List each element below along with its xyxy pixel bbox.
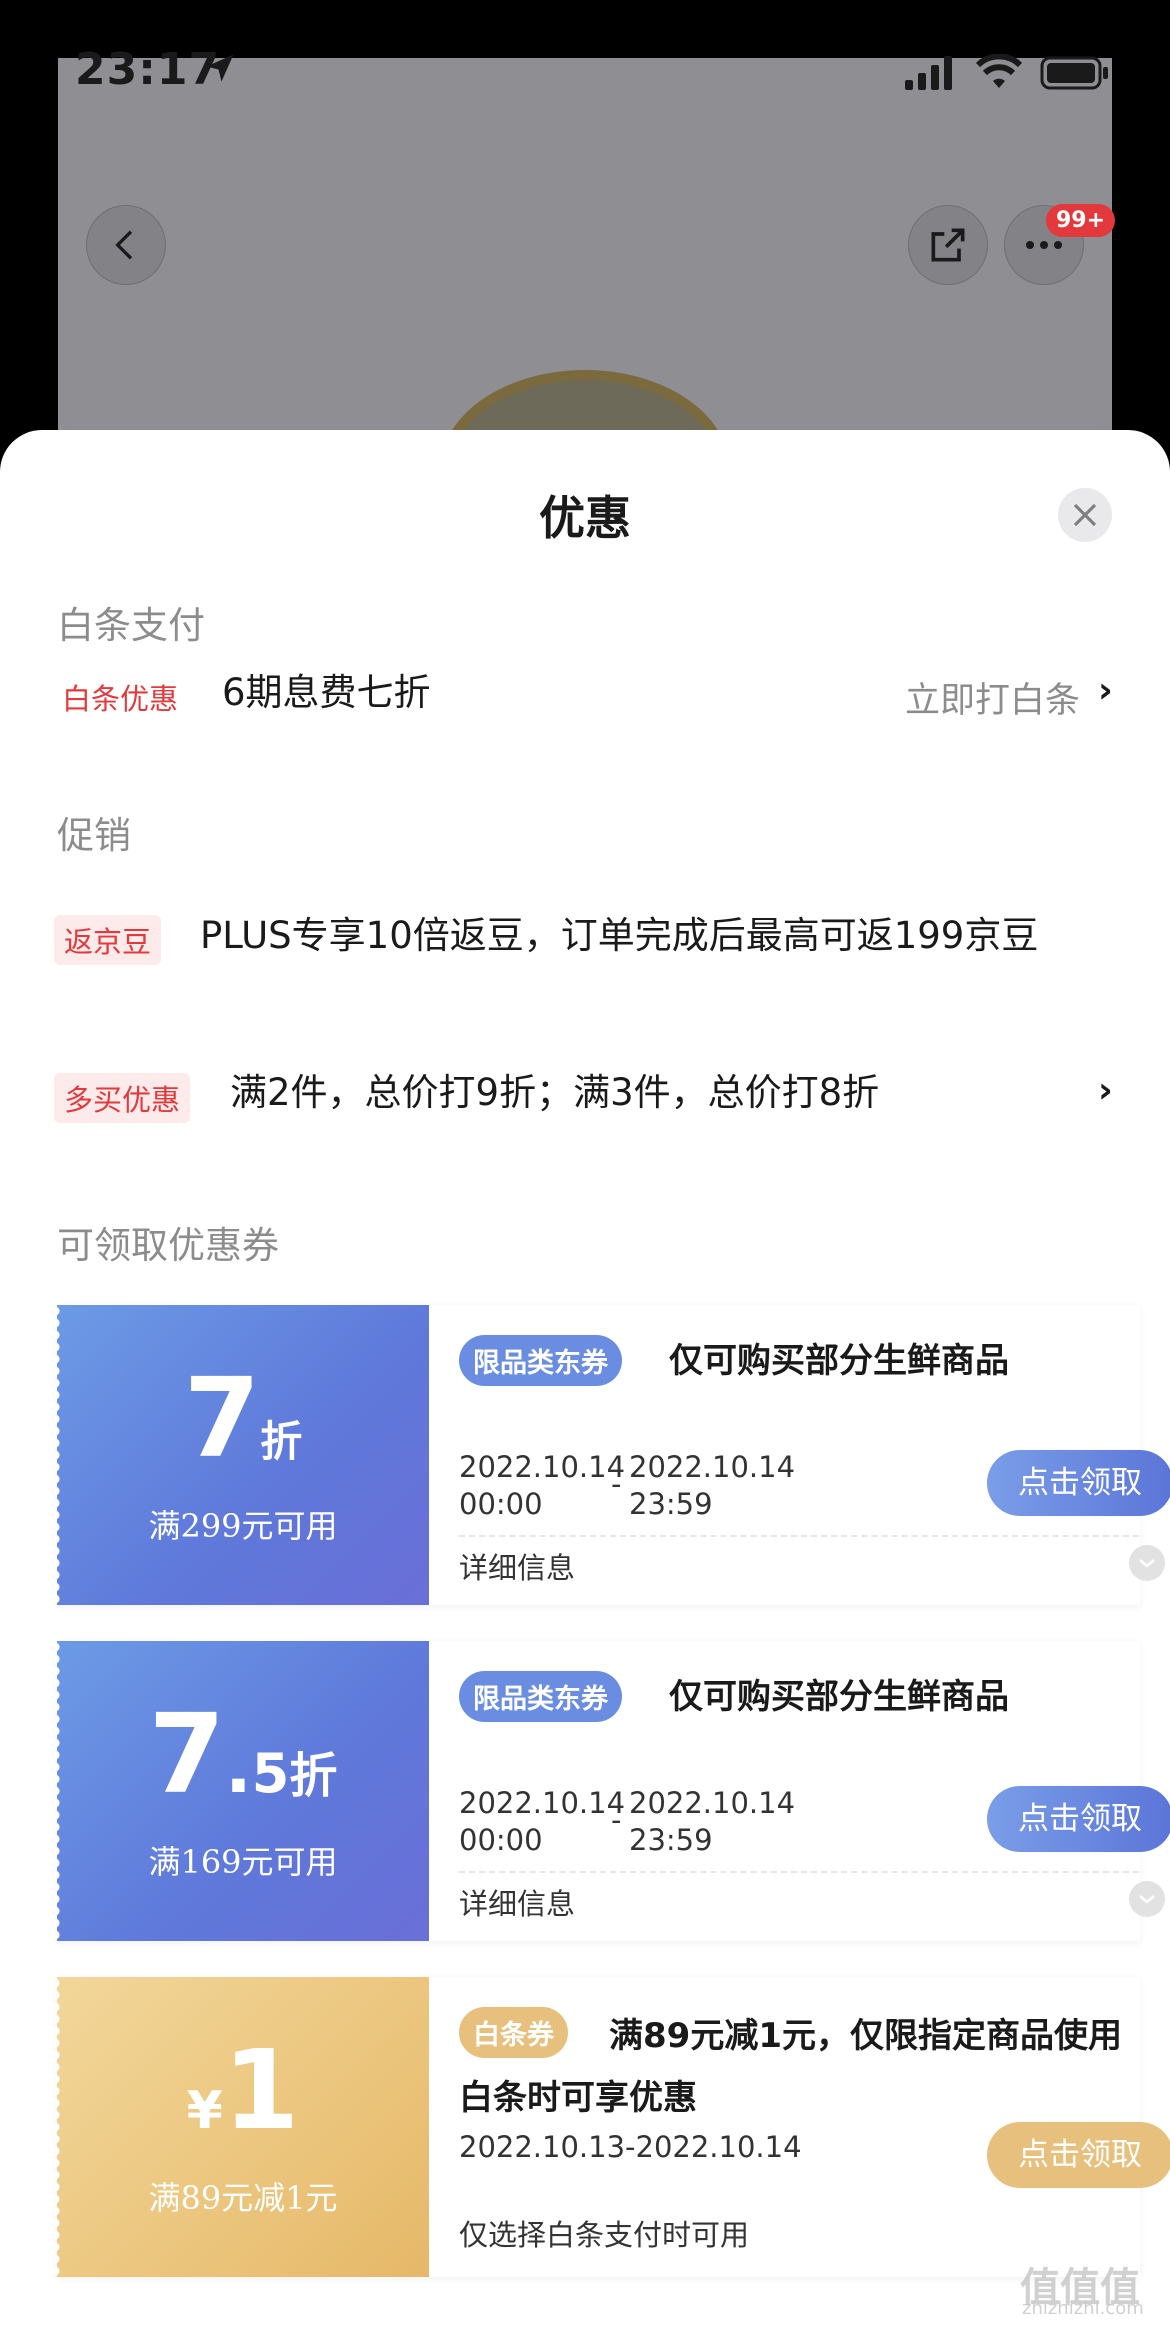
coupon-value-panel: 7折 满299元可用 <box>55 1305 429 1605</box>
coupon-detail-link[interactable]: 详细信息 <box>459 1881 575 1923</box>
coupon-time-end: 23:59 <box>629 1823 713 1857</box>
coupon-value-number: 7 <box>148 1690 226 1818</box>
coupon-value: ¥1 <box>57 2035 429 2145</box>
claim-coupon-button[interactable]: 点击领取 <box>987 1450 1170 1516</box>
location-arrow-icon <box>206 54 234 82</box>
coupon-value-dot: . <box>225 1727 252 1809</box>
claim-coupon-button[interactable]: 点击领取 <box>987 1786 1170 1852</box>
chevron-down-icon <box>1139 1559 1155 1568</box>
cellular-signal-icon <box>905 56 952 90</box>
coupon-type-tag: 限品类东券 <box>459 1335 622 1386</box>
promo-beans-text: PLUS专享10倍返豆，订单完成后最高可返199京豆 <box>200 914 1039 957</box>
coupon-title: 满89元减1元，仅限指定商品使用白条时可享优惠 <box>459 2016 1122 2118</box>
coupon-date-start: 2022.10.14 <box>459 1786 626 1820</box>
coupon-date-end: 2022.10.14 <box>629 1450 796 1484</box>
divider <box>459 1871 1139 1873</box>
sheet-title: 优惠 <box>539 491 631 545</box>
coupon-card: 7.5折 满169元可用 限品类东券 仅可购买部分生鲜商品 2022.10.14… <box>55 1641 1170 1941</box>
coupon-value-panel: ¥1 满89元减1元 <box>55 1977 429 2277</box>
coupon-value-currency: ¥ <box>186 2081 223 2141</box>
coupon-card: 7折 满299元可用 限品类东券 仅可购买部分生鲜商品 2022.10.14 0… <box>55 1305 1170 1605</box>
coupon-time-start: 00:00 <box>459 1487 543 1521</box>
back-button[interactable] <box>86 205 166 285</box>
coupon-date-range: 2022.10.13-2022.10.14 <box>459 2130 802 2164</box>
expand-button[interactable] <box>1129 1881 1165 1917</box>
discount-sheet: 优惠 白条支付 白条优惠 6期息费七折 立即打白条 › 促销 返京豆 PLUS专… <box>0 430 1170 2325</box>
coupon-date-end: 2022.10.14 <box>629 1786 796 1820</box>
chevron-right-icon: › <box>1098 670 1113 711</box>
baitiao-link[interactable]: 立即打白条 <box>905 672 1080 723</box>
divider <box>459 1535 1139 1537</box>
share-button[interactable] <box>908 205 988 285</box>
promo-multibuy-text[interactable]: 满2件，总价打9折；满3件，总价打8折 <box>230 1070 879 1116</box>
coupon-condition: 满299元可用 <box>148 1507 338 1545</box>
coupon-date-start: 2022.10.14 <box>459 1450 626 1484</box>
coupon-date-separator: - <box>611 1467 622 1501</box>
coupon-usage-note: 仅选择白条支付时可用 <box>459 2218 750 2252</box>
coupon-info: 限品类东券 仅可购买部分生鲜商品 2022.10.14 00:00 - 2022… <box>429 1641 1170 1941</box>
coupon-card: ¥1 满89元减1元 白条券 满89元减1元，仅限指定商品使用白条时可享优惠 2… <box>55 1977 1170 2277</box>
coupon-time-start: 00:00 <box>459 1823 543 1857</box>
close-icon <box>1073 503 1097 527</box>
coupon-info: 限品类东券 仅可购买部分生鲜商品 2022.10.14 00:00 - 2022… <box>429 1305 1170 1605</box>
baitiao-tag: 白条优惠 <box>62 682 179 716</box>
claim-coupon-button[interactable]: 点击领取 <box>987 2122 1170 2188</box>
coupon-time-end: 23:59 <box>629 1487 713 1521</box>
coupon-condition: 满169元可用 <box>148 1843 338 1881</box>
more-dots-icon <box>1026 241 1062 249</box>
coupon-value-panel: 7.5折 满169元可用 <box>55 1641 429 1941</box>
coupon-condition: 满89元减1元 <box>148 2179 338 2217</box>
chevron-left-icon <box>115 230 133 260</box>
chevron-right-icon: › <box>1098 1070 1113 1111</box>
expand-button[interactable] <box>1129 1545 1165 1581</box>
coupon-value-number: 7 <box>183 1354 261 1482</box>
section-promo-title: 促销 <box>57 814 131 857</box>
battery-icon <box>1040 56 1108 90</box>
share-icon <box>931 228 965 262</box>
promo-tag-beans: 返京豆 <box>54 915 162 965</box>
coupon-value-unit: 折 <box>289 1748 338 1804</box>
baitiao-offer-text: 6期息费七折 <box>222 671 431 714</box>
coupon-type-tag: 限品类东券 <box>459 1671 622 1722</box>
coupon-value-decimal: 5 <box>251 1742 290 1805</box>
coupon-value: 7.5折 <box>57 1699 429 1809</box>
coupon-value-number: 1 <box>222 2026 300 2154</box>
coupon-value: 7折 <box>57 1363 429 1473</box>
wifi-icon <box>975 54 1023 88</box>
watermark-url: zhizhizhi.com <box>1022 2298 1144 2319</box>
close-button[interactable] <box>1058 488 1112 542</box>
section-coupons-title: 可领取优惠券 <box>57 1224 279 1267</box>
coupon-title: 仅可购买部分生鲜商品 <box>669 1677 1009 1717</box>
coupon-title: 仅可购买部分生鲜商品 <box>669 1341 1009 1381</box>
status-time: 23:17 <box>75 44 221 95</box>
coupon-detail-link[interactable]: 详细信息 <box>459 1545 575 1587</box>
message-badge: 99+ <box>1046 204 1116 237</box>
promo-tag-multibuy: 多买优惠 <box>54 1073 191 1123</box>
coupon-date-separator: - <box>611 1803 622 1837</box>
coupon-value-unit: 折 <box>260 1417 303 1466</box>
status-bar: 23:17 <box>0 0 1170 140</box>
section-baitiao-title: 白条支付 <box>57 604 205 647</box>
coupon-info: 白条券 满89元减1元，仅限指定商品使用白条时可享优惠 2022.10.13-2… <box>429 1977 1170 2277</box>
chevron-down-icon <box>1139 1895 1155 1904</box>
